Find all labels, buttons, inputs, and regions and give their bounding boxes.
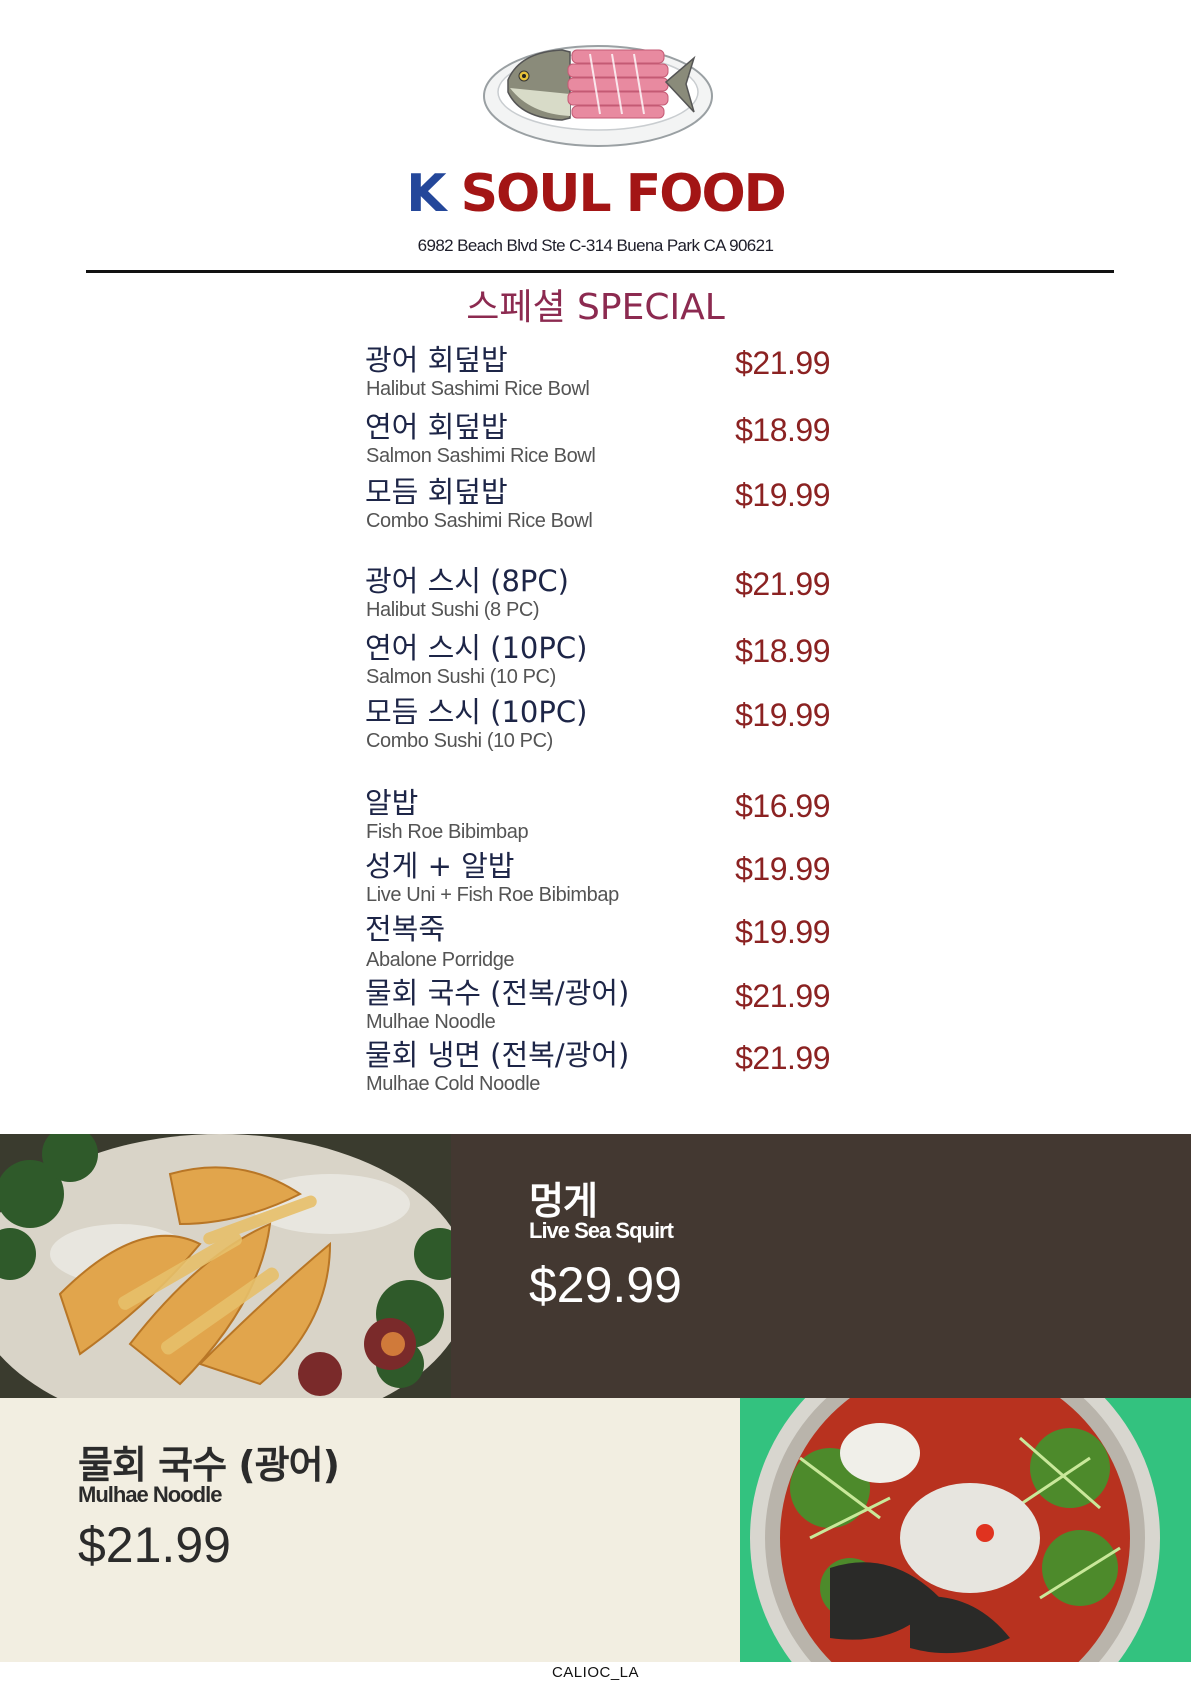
item-english-name: Mulhae Noodle <box>366 1011 496 1033</box>
featured-korean-name: 물회 국수 (광어) <box>78 1443 340 1487</box>
menu-item: 알밥 Fish Roe Bibimbap $16.99 <box>365 786 830 850</box>
item-english-name: Abalone Porridge <box>366 949 515 971</box>
item-english-name: Salmon Sashimi Rice Bowl <box>366 445 596 467</box>
item-korean-name: 물회 냉면 (전복/광어) <box>365 1038 630 1072</box>
mulhae-noodle-photo <box>740 1398 1191 1662</box>
item-korean-name: 광어 스시 (8PC) <box>365 564 569 598</box>
item-price: $19.99 <box>735 851 830 887</box>
footer-credit: CALIOC_LA <box>551 1664 640 1681</box>
menu-item: 연어 스시 (10PC) Salmon Sushi (10 PC) $18.99 <box>365 631 830 695</box>
menu-item: 연어 회덮밥 Salmon Sashimi Rice Bowl $18.99 <box>365 410 830 474</box>
item-price: $21.99 <box>735 978 830 1014</box>
item-price: $21.99 <box>735 345 830 381</box>
item-english-name: Live Uni + Fish Roe Bibimbap <box>366 884 619 906</box>
item-english-name: Halibut Sashimi Rice Bowl <box>366 378 590 400</box>
sea-squirt-photo <box>0 1134 451 1398</box>
menu-item: 전복죽 Abalone Porridge $19.99 <box>365 912 830 976</box>
item-price: $18.99 <box>735 633 830 669</box>
item-korean-name: 전복죽 <box>365 912 446 946</box>
menu-item: 모듬 회덮밥 Combo Sashimi Rice Bowl $19.99 <box>365 475 830 539</box>
brand-soul-food: SOUL FOOD <box>460 164 787 224</box>
featured-korean-name: 멍게 <box>529 1179 598 1223</box>
address: 6982 Beach Blvd Ste C-314 Buena Park CA … <box>417 236 774 255</box>
featured-price: $29.99 <box>529 1257 682 1313</box>
item-price: $18.99 <box>735 412 830 448</box>
featured-english-name: Mulhae Noodle <box>78 1482 222 1507</box>
section-title: 스페셜 SPECIAL <box>466 287 725 328</box>
item-price: $16.99 <box>735 788 830 824</box>
item-korean-name: 연어 회덮밥 <box>365 410 508 444</box>
item-english-name: Combo Sushi (10 PC) <box>366 730 553 752</box>
item-price: $19.99 <box>735 697 830 733</box>
brand-name: K SOUL FOOD <box>0 168 1191 220</box>
menu-item: 광어 회덮밥 Halibut Sashimi Rice Bowl $21.99 <box>365 343 830 407</box>
featured-panel-mulhae-noodle: 물회 국수 (광어) Mulhae Noodle $21.99 <box>0 1398 740 1662</box>
featured-panel-sea-squirt: 멍게 Live Sea Squirt $29.99 <box>451 1134 1191 1398</box>
fish-plate-logo-icon <box>480 22 716 150</box>
divider <box>86 270 1114 273</box>
item-english-name: Combo Sashimi Rice Bowl <box>366 510 593 532</box>
featured-price: $21.99 <box>78 1517 231 1573</box>
menu-item: 모듬 스시 (10PC) Combo Sushi (10 PC) $19.99 <box>365 695 830 759</box>
item-english-name: Salmon Sushi (10 PC) <box>366 666 556 688</box>
item-korean-name: 모듬 스시 (10PC) <box>365 695 588 729</box>
item-korean-name: 물회 국수 (전복/광어) <box>365 976 630 1010</box>
item-english-name: Halibut Sushi (8 PC) <box>366 599 540 621</box>
item-korean-name: 성게 + 알밥 <box>365 849 515 883</box>
item-english-name: Mulhae Cold Noodle <box>366 1073 541 1095</box>
item-korean-name: 모듬 회덮밥 <box>365 475 508 509</box>
featured-english-name: Live Sea Squirt <box>529 1218 674 1243</box>
item-english-name: Fish Roe Bibimbap <box>366 821 529 843</box>
menu-item: 성게 + 알밥 Live Uni + Fish Roe Bibimbap $19… <box>365 849 830 913</box>
item-korean-name: 알밥 <box>365 786 419 820</box>
item-price: $19.99 <box>735 914 830 950</box>
item-price: $21.99 <box>735 566 830 602</box>
menu-item: 물회 냉면 (전복/광어) Mulhae Cold Noodle $21.99 <box>365 1038 830 1102</box>
menu-item: 물회 국수 (전복/광어) Mulhae Noodle $21.99 <box>365 976 830 1040</box>
item-korean-name: 광어 회덮밥 <box>365 343 508 377</box>
item-price: $19.99 <box>735 477 830 513</box>
menu-item: 광어 스시 (8PC) Halibut Sushi (8 PC) $21.99 <box>365 564 830 628</box>
item-korean-name: 연어 스시 (10PC) <box>365 631 588 665</box>
item-price: $21.99 <box>735 1040 830 1076</box>
brand-k: K <box>406 164 446 224</box>
